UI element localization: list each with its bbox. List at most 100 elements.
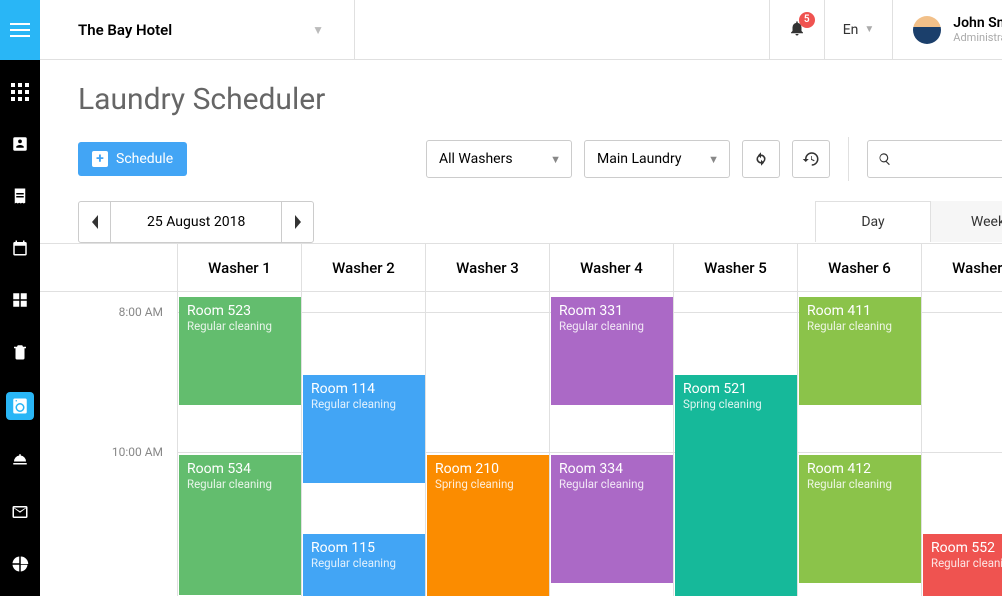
event-title: Room 534 xyxy=(187,461,293,477)
history-button[interactable] xyxy=(792,140,830,178)
event[interactable]: Room 534Regular cleaning xyxy=(179,455,301,595)
receipt-icon xyxy=(11,187,29,205)
calendar-icon xyxy=(11,239,29,257)
contact-icon xyxy=(11,135,29,153)
event[interactable]: Room 114Regular cleaning xyxy=(303,375,425,483)
grid-icon xyxy=(11,83,29,101)
location-filter[interactable]: Main Laundry ▼ xyxy=(584,140,730,178)
event-subtitle: Spring cleaning xyxy=(683,397,789,411)
prev-day-button[interactable] xyxy=(79,202,111,242)
column-header: Washer 7 xyxy=(921,244,1002,291)
event-subtitle: Regular cleaning xyxy=(931,556,1002,570)
location-filter-value: Main Laundry xyxy=(597,151,681,167)
grid4-icon xyxy=(11,291,29,309)
menu-toggle[interactable] xyxy=(0,0,40,60)
event[interactable]: Room 115Regular cleaning xyxy=(303,534,425,596)
sidebar-item-laundry[interactable] xyxy=(6,392,34,420)
hotel-picker[interactable]: The Bay Hotel ▼ xyxy=(40,0,355,59)
schedule-button[interactable]: + Schedule xyxy=(78,142,187,176)
event-subtitle: Spring cleaning xyxy=(435,477,541,491)
event-title: Room 114 xyxy=(311,381,417,397)
notifications-button[interactable]: 5 xyxy=(788,19,806,41)
plus-icon: + xyxy=(92,151,108,167)
event[interactable]: Room 412Regular cleaning xyxy=(799,455,921,583)
sidebar-item-reports[interactable] xyxy=(0,552,40,576)
column-header: Washer 6 xyxy=(797,244,921,291)
event-title: Room 521 xyxy=(683,381,789,397)
event-title: Room 411 xyxy=(807,303,913,319)
event[interactable]: Room 521Spring cleaning xyxy=(675,375,797,596)
view-tab-day[interactable]: Day xyxy=(815,201,930,242)
event-title: Room 523 xyxy=(187,303,293,319)
event-subtitle: Regular cleaning xyxy=(187,319,293,333)
event[interactable]: Room 552Regular cleaning xyxy=(923,534,1002,596)
caret-down-icon: ▼ xyxy=(312,23,324,37)
caret-down-icon: ▼ xyxy=(864,24,874,35)
sidebar-item-service[interactable] xyxy=(0,448,40,472)
bell-service-icon xyxy=(11,451,29,469)
hamburger-icon xyxy=(10,23,30,37)
event-title: Room 210 xyxy=(435,461,541,477)
column-header: Washer 1 xyxy=(177,244,301,291)
sidebar-item-receipts[interactable] xyxy=(0,184,40,208)
event-subtitle: Regular cleaning xyxy=(807,319,913,333)
sidebar-item-mail[interactable] xyxy=(0,500,40,524)
sidebar-item-calendar[interactable] xyxy=(0,236,40,260)
column-header: Washer 5 xyxy=(673,244,797,291)
event-title: Room 115 xyxy=(311,540,417,556)
schedule-button-label: Schedule xyxy=(116,151,173,167)
sidebar-item-trash[interactable] xyxy=(0,340,40,364)
refresh-button[interactable] xyxy=(742,140,780,178)
sidebar-item-rooms[interactable] xyxy=(0,288,40,312)
avatar xyxy=(913,16,941,44)
chevron-right-icon xyxy=(293,215,303,229)
event[interactable]: Room 411Regular cleaning xyxy=(799,297,921,405)
event-subtitle: Regular cleaning xyxy=(311,556,417,570)
history-icon xyxy=(802,150,820,168)
event[interactable]: Room 334Regular cleaning xyxy=(551,455,673,583)
event[interactable]: Room 331Regular cleaning xyxy=(551,297,673,405)
grid-column: Room 114Regular cleaningRoom 115Regular … xyxy=(301,292,425,596)
column-header: Washer 2 xyxy=(301,244,425,291)
grid-column: Room 331Regular cleaning Room 334Regular … xyxy=(549,292,673,596)
grid-column: Room 523Regular cleaningRoom 534Regular … xyxy=(177,292,301,596)
language-picker[interactable]: En ▼ xyxy=(824,0,893,59)
calendar: Washer 1 Washer 2 Washer 3 Washer 4 Wash… xyxy=(40,243,1002,596)
event[interactable]: Room 210Spring cleaning xyxy=(427,455,549,596)
event-subtitle: Regular cleaning xyxy=(559,477,665,491)
sidebar-item-apps[interactable] xyxy=(0,80,40,104)
event-title: Room 552 xyxy=(931,540,1002,556)
refresh-icon xyxy=(752,150,770,168)
column-header: Washer 4 xyxy=(549,244,673,291)
event-subtitle: Regular cleaning xyxy=(807,477,913,491)
search-input[interactable] xyxy=(898,151,1002,167)
grid-column: Room 210Spring cleaning xyxy=(425,292,549,596)
user-menu[interactable]: John Smith Administrator xyxy=(892,0,1002,59)
washer-filter[interactable]: All Washers ▼ xyxy=(426,140,572,178)
date-navigator: 25 August 2018 xyxy=(78,201,314,243)
sidebar xyxy=(0,0,40,596)
page-title: Laundry Scheduler xyxy=(40,60,1002,117)
grid-column: Room 552Regular cleaning xyxy=(921,292,1002,596)
search-box[interactable] xyxy=(867,140,1002,178)
grid-column: Room 521Spring cleaning xyxy=(673,292,797,596)
search-icon xyxy=(878,151,892,167)
event-subtitle: Regular cleaning xyxy=(311,397,417,411)
pie-icon xyxy=(11,555,29,573)
time-label: 10:00 AM xyxy=(112,445,163,459)
washer-filter-value: All Washers xyxy=(439,151,513,167)
user-name: John Smith xyxy=(953,15,1002,31)
language-label: En xyxy=(843,22,859,38)
mail-icon xyxy=(11,503,29,521)
event[interactable]: Room 523Regular cleaning xyxy=(179,297,301,405)
date-label: 25 August 2018 xyxy=(111,202,281,242)
notification-badge: 5 xyxy=(799,12,815,28)
column-header: Washer 3 xyxy=(425,244,549,291)
sidebar-item-contacts[interactable] xyxy=(0,132,40,156)
user-role: Administrator xyxy=(953,31,1002,44)
grid-column: Room 411Regular cleaningRoom 412Regular … xyxy=(797,292,921,596)
next-day-button[interactable] xyxy=(281,202,313,242)
header: The Bay Hotel ▼ 5 En ▼ John Smith Admini… xyxy=(40,0,1002,60)
event-title: Room 334 xyxy=(559,461,665,477)
view-tab-week[interactable]: Week xyxy=(930,201,1002,242)
